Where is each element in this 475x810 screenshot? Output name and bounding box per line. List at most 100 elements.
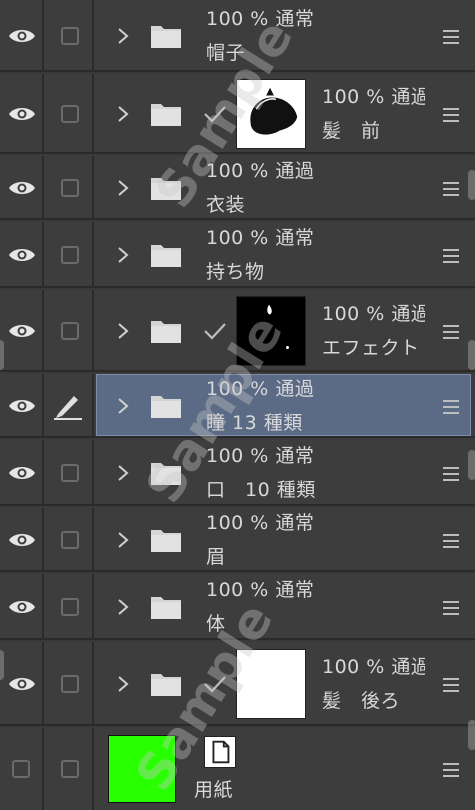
checkbox-icon[interactable] bbox=[61, 464, 79, 482]
layer-blend-mode: 通常 bbox=[275, 512, 315, 534]
layer-row[interactable]: 100 % 通過 衣装 bbox=[0, 156, 475, 220]
layer-row[interactable]: 100 % 通過瞳 13 種類 bbox=[0, 374, 475, 438]
eye-icon[interactable] bbox=[8, 180, 36, 196]
layer-name: 体 bbox=[206, 613, 226, 635]
check-icon[interactable] bbox=[203, 321, 227, 341]
folder-icon bbox=[150, 393, 182, 419]
layer-row[interactable]: 100 % 通過髪 前 bbox=[0, 74, 475, 154]
checkbox-icon[interactable] bbox=[61, 598, 79, 616]
hamburger-icon[interactable] bbox=[443, 181, 459, 196]
chevron-right-icon[interactable] bbox=[116, 397, 130, 415]
layer-opacity: 100 % bbox=[206, 378, 269, 400]
layer-opacity: 100 % bbox=[206, 227, 269, 249]
check-icon[interactable] bbox=[203, 104, 227, 124]
chevron-right-icon[interactable] bbox=[116, 322, 130, 340]
layer-row[interactable]: 100 % 通常口 10 種類 bbox=[0, 440, 475, 506]
layer-blend-mode: 通常 bbox=[275, 8, 315, 30]
chevron-right-icon[interactable] bbox=[116, 531, 130, 549]
visibility-checkbox-icon[interactable] bbox=[12, 760, 30, 778]
watermark-fragment bbox=[468, 340, 475, 370]
layer-blend-mode: 通常 bbox=[275, 445, 315, 467]
layer-opacity: 100 % bbox=[206, 579, 269, 601]
layer-thumbnail[interactable] bbox=[236, 649, 306, 719]
hamburger-icon[interactable] bbox=[443, 533, 459, 548]
layer-blend-mode: 通過 bbox=[391, 656, 425, 678]
watermark-fragment bbox=[0, 340, 4, 370]
layer-name: 眉 bbox=[206, 546, 226, 568]
layer-row[interactable]: 100 % 通過エフェクト bbox=[0, 290, 475, 372]
layer-opacity-blend: 100 % 通常 bbox=[206, 223, 314, 250]
chevron-right-icon[interactable] bbox=[116, 598, 130, 616]
folder-icon bbox=[150, 671, 182, 697]
layer-thumbnail[interactable] bbox=[236, 79, 306, 149]
eye-icon[interactable] bbox=[8, 532, 36, 548]
layer-panel: 100 % 通常 帽子 100 % 通過髪 前 100 % 通過 衣装 100 % 通常持… bbox=[0, 0, 475, 810]
hamburger-icon[interactable] bbox=[443, 324, 459, 339]
folder-icon bbox=[150, 318, 182, 344]
layer-name: 髪 後ろ bbox=[322, 690, 401, 712]
layer-opacity: 100 % bbox=[206, 512, 269, 534]
eye-icon[interactable] bbox=[8, 599, 36, 615]
layer-row[interactable]: 100 % 通常 持ち物 bbox=[0, 222, 475, 288]
layer-blend-mode: 通過 bbox=[275, 378, 315, 400]
layer-opacity-blend: 100 % 通常 bbox=[206, 575, 314, 602]
folder-icon bbox=[150, 101, 182, 127]
layer-name: 持ち物 bbox=[206, 261, 265, 283]
layer-name: エフェクト bbox=[322, 337, 420, 359]
checkbox-icon[interactable] bbox=[61, 675, 79, 693]
watermark-fragment bbox=[468, 450, 475, 480]
chevron-right-icon[interactable] bbox=[116, 675, 130, 693]
layer-blend-mode: 通過 bbox=[391, 86, 425, 108]
checkbox-icon[interactable] bbox=[61, 27, 79, 45]
layer-opacity-blend: 100 % 通過 bbox=[322, 82, 425, 109]
hamburger-icon[interactable] bbox=[443, 762, 459, 777]
eye-icon[interactable] bbox=[8, 465, 36, 481]
checkbox-icon[interactable] bbox=[61, 322, 79, 340]
paper-color-swatch[interactable] bbox=[108, 735, 176, 803]
layer-opacity: 100 % bbox=[322, 656, 385, 678]
eye-icon[interactable] bbox=[8, 323, 36, 339]
layer-name: 衣装 bbox=[206, 194, 246, 216]
layer-row[interactable]: 100 % 通常体 bbox=[0, 574, 475, 640]
folder-icon bbox=[150, 594, 182, 620]
layer-blend-mode: 通常 bbox=[275, 227, 315, 249]
checkbox-icon[interactable] bbox=[61, 105, 79, 123]
checkbox-icon[interactable] bbox=[61, 179, 79, 197]
eye-icon[interactable] bbox=[8, 106, 36, 122]
layer-name: 髪 前 bbox=[322, 120, 381, 142]
paper-layer-row[interactable]: 用紙 bbox=[0, 728, 475, 810]
paper-layer-icon bbox=[204, 736, 236, 768]
hamburger-icon[interactable] bbox=[443, 677, 459, 692]
hamburger-icon[interactable] bbox=[443, 29, 459, 44]
layer-opacity-blend: 100 % 通過 bbox=[322, 299, 425, 326]
checkbox-icon[interactable] bbox=[61, 246, 79, 264]
check-icon[interactable] bbox=[203, 674, 227, 694]
hamburger-icon[interactable] bbox=[443, 600, 459, 615]
layer-row[interactable]: 100 % 通常 帽子 bbox=[0, 0, 475, 72]
layer-blend-mode: 通過 bbox=[391, 303, 425, 325]
checkbox-icon[interactable] bbox=[61, 760, 79, 778]
chevron-right-icon[interactable] bbox=[116, 179, 130, 197]
layer-name: 瞳 13 種類 bbox=[206, 412, 303, 434]
layer-thumbnail[interactable] bbox=[236, 296, 306, 366]
pen-icon[interactable] bbox=[52, 392, 84, 420]
hamburger-icon[interactable] bbox=[443, 466, 459, 481]
layer-row[interactable]: 100 % 通常眉 bbox=[0, 508, 475, 572]
eye-icon[interactable] bbox=[8, 247, 36, 263]
eye-icon[interactable] bbox=[8, 28, 36, 44]
folder-icon bbox=[150, 175, 182, 201]
chevron-right-icon[interactable] bbox=[116, 105, 130, 123]
layer-row[interactable]: 100 % 通過髪 後ろ bbox=[0, 642, 475, 726]
chevron-right-icon[interactable] bbox=[116, 464, 130, 482]
layer-blend-mode: 通過 bbox=[275, 160, 315, 182]
folder-icon bbox=[150, 23, 182, 49]
layer-name: 用紙 bbox=[194, 779, 234, 801]
eye-icon[interactable] bbox=[8, 398, 36, 414]
chevron-right-icon[interactable] bbox=[116, 27, 130, 45]
eye-icon[interactable] bbox=[8, 676, 36, 692]
hamburger-icon[interactable] bbox=[443, 399, 459, 414]
checkbox-icon[interactable] bbox=[61, 531, 79, 549]
hamburger-icon[interactable] bbox=[443, 248, 459, 263]
chevron-right-icon[interactable] bbox=[116, 246, 130, 264]
hamburger-icon[interactable] bbox=[443, 107, 459, 122]
